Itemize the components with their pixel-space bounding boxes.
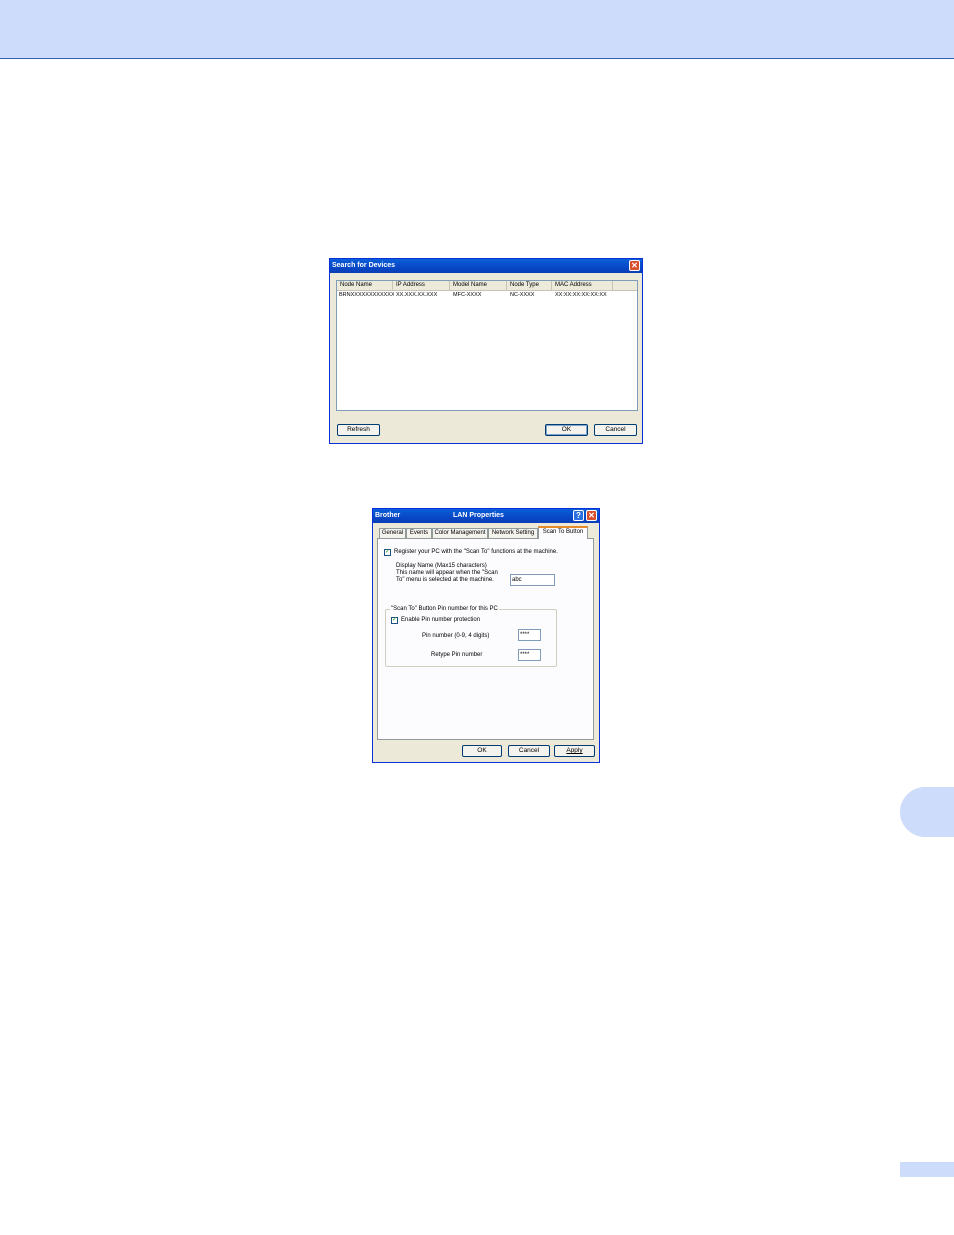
- lan-properties-dialog: Brother LAN Properties ? ✕ General Event…: [372, 508, 600, 763]
- display-name-label: Display Name (Max15 characters): [396, 563, 487, 569]
- row-mac-address: XX:XX:XX:XX:XX:XX: [555, 292, 607, 298]
- scan-to-button-panel: ✓ Register your PC with the "Scan To" fu…: [377, 538, 594, 740]
- apply-button[interactable]: Apply: [554, 745, 595, 757]
- close-icon[interactable]: ✕: [586, 510, 597, 521]
- tab-general[interactable]: General: [379, 528, 406, 538]
- search-dialog-titlebar: Search for Devices ✕: [330, 259, 642, 273]
- register-label: Register your PC with the "Scan To" func…: [394, 549, 558, 555]
- table-row[interactable]: BRNXXXXXXXXXXXX XX.XXX.XX.XXX MFC-XXXX N…: [337, 291, 637, 299]
- lan-dialog-title-brand: Brother: [375, 512, 401, 519]
- device-list[interactable]: Node Name IP Address Model Name Node Typ…: [336, 280, 638, 411]
- search-dialog-title: Search for Devices: [332, 262, 396, 269]
- retype-pin-label: Retype Pin number: [431, 652, 483, 658]
- enable-pin-label: Enable Pin number protection: [401, 617, 481, 623]
- help-icon[interactable]: ?: [573, 510, 584, 521]
- header-band: [0, 0, 954, 59]
- ok-button[interactable]: OK: [462, 745, 502, 757]
- row-model-name: MFC-XXXX: [453, 292, 482, 298]
- row-node-type: NC-XXXX: [510, 292, 535, 298]
- tab-scan-to-button[interactable]: Scan To Button: [538, 526, 588, 539]
- enable-pin-checkbox[interactable]: ✓: [391, 617, 398, 624]
- pin-group-title: "Scan To" Button Pin number for this PC: [390, 606, 499, 613]
- close-icon[interactable]: ✕: [629, 260, 640, 271]
- display-name-description-2: To" menu is selected at the machine.: [396, 577, 494, 583]
- column-header-mac-address[interactable]: MAC Address: [552, 281, 613, 290]
- row-node-name: BRNXXXXXXXXXXXX: [339, 292, 394, 298]
- row-ip-address: XX.XXX.XX.XXX: [396, 292, 438, 298]
- retype-pin-input[interactable]: ****: [518, 649, 541, 661]
- ok-button[interactable]: OK: [545, 424, 588, 436]
- column-header-node-name[interactable]: Node Name: [337, 281, 393, 290]
- refresh-button[interactable]: Refresh: [337, 424, 380, 436]
- search-for-devices-dialog: Search for Devices ✕ Node Name IP Addres…: [329, 258, 643, 444]
- tab-color-management[interactable]: Color Management: [432, 528, 488, 538]
- pin-groupbox: "Scan To" Button Pin number for this PC …: [385, 606, 557, 667]
- display-name-input[interactable]: abc: [510, 574, 555, 586]
- pin-number-label: Pin number (0-9, 4 digits): [422, 633, 490, 639]
- chapter-tab: [900, 787, 954, 837]
- register-checkbox[interactable]: ✓: [384, 549, 391, 556]
- column-header-model-name[interactable]: Model Name: [450, 281, 507, 290]
- device-list-header: Node Name IP Address Model Name Node Typ…: [337, 281, 637, 291]
- lan-dialog-titlebar: Brother LAN Properties ? ✕: [373, 509, 599, 523]
- page-number-bar: [900, 1162, 954, 1177]
- tab-network-setting[interactable]: Network Setting: [488, 528, 538, 538]
- tab-events[interactable]: Events: [406, 528, 432, 538]
- cancel-button[interactable]: Cancel: [594, 424, 637, 436]
- display-name-description-1: This name will appear when the "Scan: [396, 570, 498, 576]
- cancel-button[interactable]: Cancel: [508, 745, 550, 757]
- lan-dialog-title: LAN Properties: [453, 512, 504, 519]
- column-header-node-type[interactable]: Node Type: [507, 281, 552, 290]
- pin-number-input[interactable]: ****: [518, 629, 541, 641]
- column-header-ip-address[interactable]: IP Address: [393, 281, 450, 290]
